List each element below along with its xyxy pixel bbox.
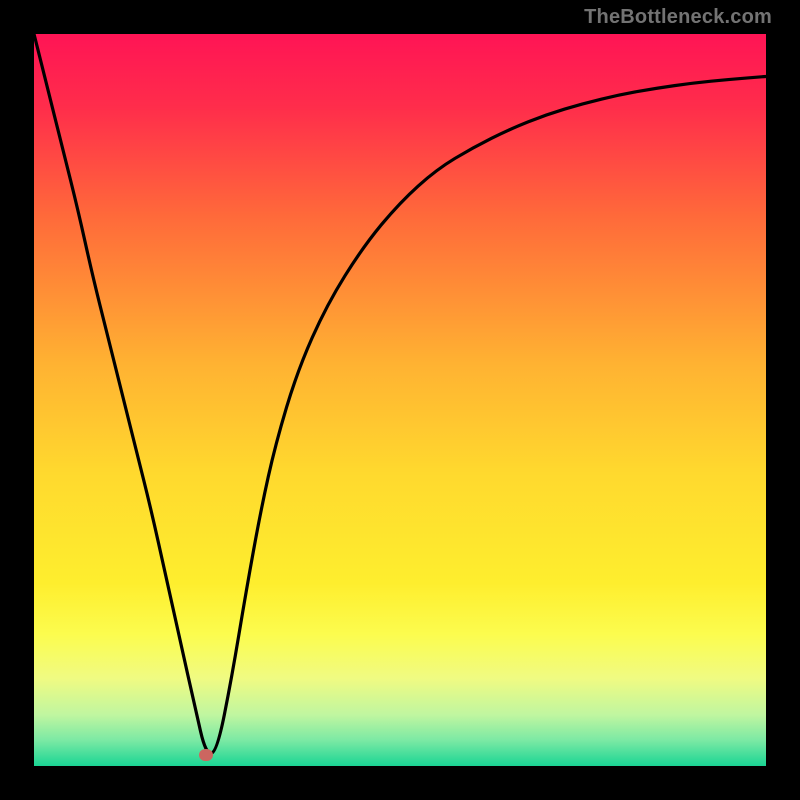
chart-frame: TheBottleneck.com bbox=[0, 0, 800, 800]
optimal-point-marker bbox=[199, 749, 213, 761]
watermark-label: TheBottleneck.com bbox=[584, 6, 772, 29]
plot-area bbox=[34, 34, 766, 766]
bottleneck-curve bbox=[34, 34, 766, 766]
